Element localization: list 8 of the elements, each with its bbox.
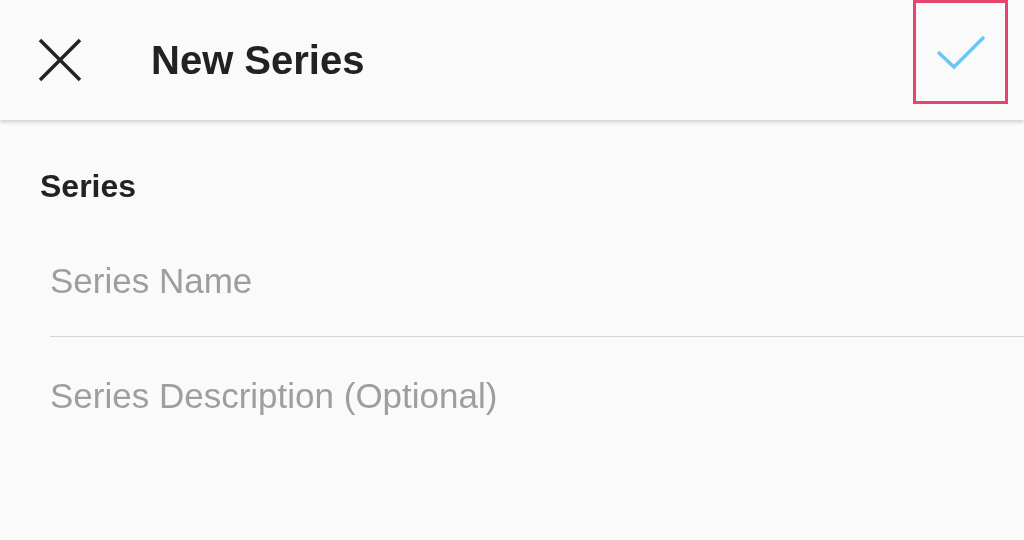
input-field[interactable]: Series Name [50, 225, 1024, 337]
close-button[interactable] [37, 37, 83, 83]
section-heading: Series [40, 168, 138, 205]
close-icon [37, 37, 83, 83]
screen-title: New Series [151, 37, 365, 83]
confirm-button[interactable] [913, 0, 1008, 104]
input-field[interactable]: Series Description (Optional) [50, 337, 1024, 455]
check-icon [934, 33, 987, 71]
